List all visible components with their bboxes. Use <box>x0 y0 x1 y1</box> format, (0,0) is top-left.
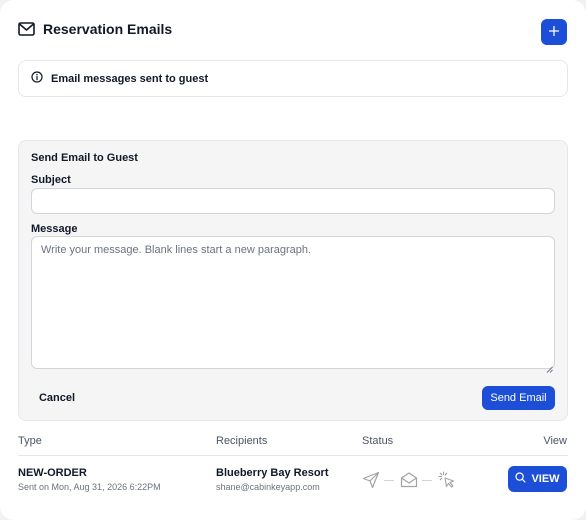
view-email-button[interactable]: VIEW <box>508 466 567 492</box>
plus-icon <box>548 23 560 41</box>
header: Reservation Emails <box>18 18 568 46</box>
sent-timestamp: Sent on Mon, Aug 31, 2026 6:22PM <box>18 482 161 492</box>
recipient-cell: Blueberry Bay Resort shane@cabinkeyapp.c… <box>216 467 329 492</box>
add-email-button[interactable] <box>541 19 567 45</box>
email-type: NEW-ORDER <box>18 467 87 479</box>
column-header-type: Type <box>18 435 42 447</box>
message-label: Message <box>31 223 78 235</box>
header-title-group: Reservation Emails <box>18 21 172 37</box>
column-header-recipients: Recipients <box>216 435 268 447</box>
resize-grip-icon[interactable] <box>546 360 553 373</box>
info-circle-icon <box>31 70 43 88</box>
cancel-button[interactable]: Cancel <box>31 386 83 410</box>
column-header-view: View <box>543 435 567 447</box>
recipient-email: shane@cabinkeyapp.com <box>216 482 320 492</box>
recipient-name: Blueberry Bay Resort <box>216 467 329 479</box>
page-title: Reservation Emails <box>43 21 173 37</box>
send-email-form: Send Email to Guest Subject Message Canc… <box>18 140 568 421</box>
subject-input[interactable] <box>31 188 555 214</box>
message-textarea[interactable] <box>31 236 555 369</box>
status-connector <box>422 480 432 481</box>
mail-icon <box>18 22 35 36</box>
view-button-label: VIEW <box>531 473 560 485</box>
send-email-button[interactable]: Send Email <box>482 386 555 410</box>
cursor-click-icon <box>438 471 455 488</box>
subject-label: Subject <box>31 174 71 186</box>
status-track <box>362 469 462 491</box>
search-icon <box>515 472 527 486</box>
column-header-status: Status <box>362 435 394 447</box>
form-heading: Send Email to Guest <box>31 152 138 164</box>
table-row: NEW-ORDER Sent on Mon, Aug 31, 2026 6:22… <box>18 456 568 504</box>
reservation-emails-card: Reservation Emails Email messages sent t… <box>0 0 586 520</box>
status-connector <box>384 480 394 481</box>
info-text: Email messages sent to guest <box>51 72 209 85</box>
send-icon <box>362 471 380 489</box>
envelope-open-icon <box>400 472 418 488</box>
info-banner: Email messages sent to guest <box>18 60 568 97</box>
email-type-cell: NEW-ORDER Sent on Mon, Aug 31, 2026 6:22… <box>18 467 161 492</box>
